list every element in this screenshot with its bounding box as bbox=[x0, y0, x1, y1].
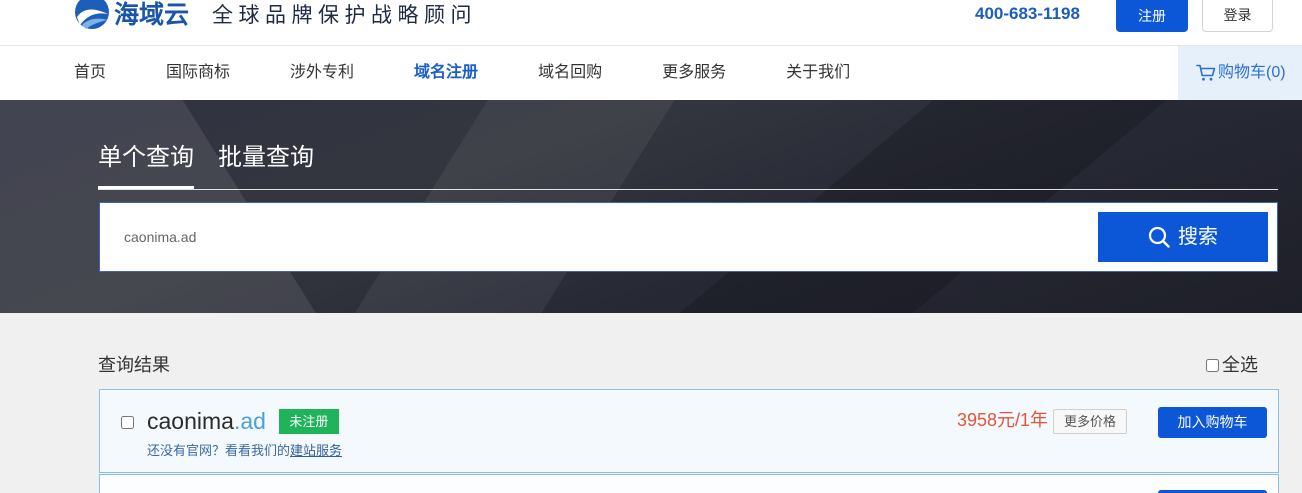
status-badge: 未注册 bbox=[278, 408, 339, 434]
tabs-divider bbox=[98, 189, 1278, 190]
search-icon bbox=[1148, 226, 1170, 248]
select-all-checkbox[interactable] bbox=[1206, 359, 1219, 372]
logo-link[interactable] bbox=[74, 0, 110, 30]
select-all-label[interactable]: 全选 bbox=[1222, 353, 1258, 377]
nav-item-home[interactable]: 首页 bbox=[74, 46, 106, 100]
hotline-phone: 400-683-1198 bbox=[975, 4, 1080, 23]
add-to-cart-button[interactable]: 加入购物车 bbox=[1158, 407, 1267, 438]
tab-single-query[interactable]: 单个查询 bbox=[98, 140, 194, 189]
nav-item-international-trademark[interactable]: 国际商标 bbox=[166, 46, 230, 100]
nav-item-about-us[interactable]: 关于我们 bbox=[786, 46, 850, 100]
login-button[interactable]: 登录 bbox=[1202, 0, 1273, 32]
logo-text[interactable]: 海域云 bbox=[114, 0, 189, 30]
search-button-label: 搜索 bbox=[1178, 226, 1218, 248]
nav-item-domain-buyback[interactable]: 域名回购 bbox=[538, 46, 602, 100]
nav-item-more-services[interactable]: 更多服务 bbox=[662, 46, 726, 100]
cart-label: 购物车(0) bbox=[1218, 64, 1286, 81]
cart-button[interactable]: 购物车(0) bbox=[1178, 46, 1302, 100]
domain-tld: .ad bbox=[233, 408, 266, 434]
nav-list: 首页 国际商标 涉外专利 域名注册 域名回购 更多服务 关于我们 bbox=[74, 46, 850, 100]
search-box: 搜索 bbox=[99, 202, 1278, 272]
domain-row: caonima.ad 未注册 bbox=[147, 406, 339, 436]
results-title: 查询结果 bbox=[98, 355, 170, 375]
nav-item-foreign-patent[interactable]: 涉外专利 bbox=[290, 46, 354, 100]
search-button[interactable]: 搜索 bbox=[1098, 212, 1268, 262]
result-select-checkbox[interactable] bbox=[121, 416, 134, 429]
nav-item-domain-registration[interactable]: 域名注册 bbox=[414, 46, 478, 100]
cart-icon bbox=[1196, 64, 1216, 81]
hint-text: 还没有官网？看看我们的 bbox=[147, 443, 291, 458]
search-tabs: 单个查询 批量查询 bbox=[98, 140, 314, 189]
domain-search-input[interactable] bbox=[124, 225, 1024, 249]
logo-icon bbox=[75, 0, 109, 29]
domain-label: caonima bbox=[147, 408, 234, 434]
more-prices-button[interactable]: 更多价格 bbox=[1053, 409, 1127, 434]
top-header: 海域云 全球品牌保护战略顾问 400-683-1198 注册 登录 bbox=[0, 0, 1302, 46]
slogan: 全球品牌保护战略顾问 bbox=[212, 3, 477, 27]
website-hint: 还没有官网？看看我们的建站服务 bbox=[147, 442, 342, 460]
website-service-link[interactable]: 建站服务 bbox=[290, 443, 342, 458]
result-card-partial bbox=[99, 474, 1279, 493]
domain-name: caonima.ad bbox=[147, 406, 266, 436]
tab-batch-query[interactable]: 批量查询 bbox=[218, 140, 314, 189]
main-nav: 首页 国际商标 涉外专利 域名注册 域名回购 更多服务 关于我们 购物车(0) bbox=[0, 46, 1302, 100]
domain-price: 3958元/1年 bbox=[957, 410, 1049, 430]
result-card: caonima.ad 未注册 还没有官网？看看我们的建站服务 3958元/1年 … bbox=[99, 389, 1279, 473]
register-button[interactable]: 注册 bbox=[1116, 0, 1188, 32]
